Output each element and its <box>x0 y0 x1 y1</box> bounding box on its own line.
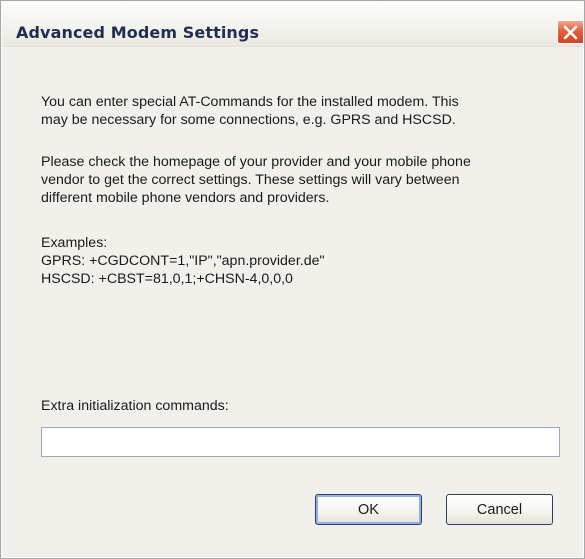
cancel-button[interactable]: Cancel <box>446 494 553 525</box>
hscsd-example: HSCSD: +CBST=81,0,1;+CHSN-4,0,0,0 <box>41 271 293 287</box>
provider-info-paragraph: Please check the homepage of your provid… <box>41 153 561 207</box>
examples-block: Examples: GPRS: +CGDCONT=1,"IP","apn.pro… <box>41 234 561 288</box>
title-bar[interactable]: Advanced Modem Settings <box>2 2 583 47</box>
close-icon <box>563 25 578 40</box>
text-line: Please check the homepage of your provid… <box>41 154 471 170</box>
ok-button[interactable]: OK <box>315 494 422 525</box>
extra-init-input[interactable] <box>41 427 560 457</box>
text-line: You can enter special AT-Commands for th… <box>41 94 459 110</box>
intro-paragraph: You can enter special AT-Commands for th… <box>41 93 561 129</box>
examples-heading: Examples: <box>41 235 108 251</box>
gprs-example: GPRS: +CGDCONT=1,"IP","apn.provider.de" <box>41 253 325 269</box>
text-line: vendor to get the correct settings. Thes… <box>41 172 460 188</box>
extra-init-label: Extra initialization commands: <box>41 398 229 414</box>
text-line: different mobile phone vendors and provi… <box>41 190 330 206</box>
dialog-title: Advanced Modem Settings <box>16 23 260 42</box>
advanced-modem-settings-dialog: Advanced Modem Settings You can enter sp… <box>0 0 585 559</box>
close-button[interactable] <box>557 20 583 44</box>
text-line: may be necessary for some connections, e… <box>41 112 456 128</box>
